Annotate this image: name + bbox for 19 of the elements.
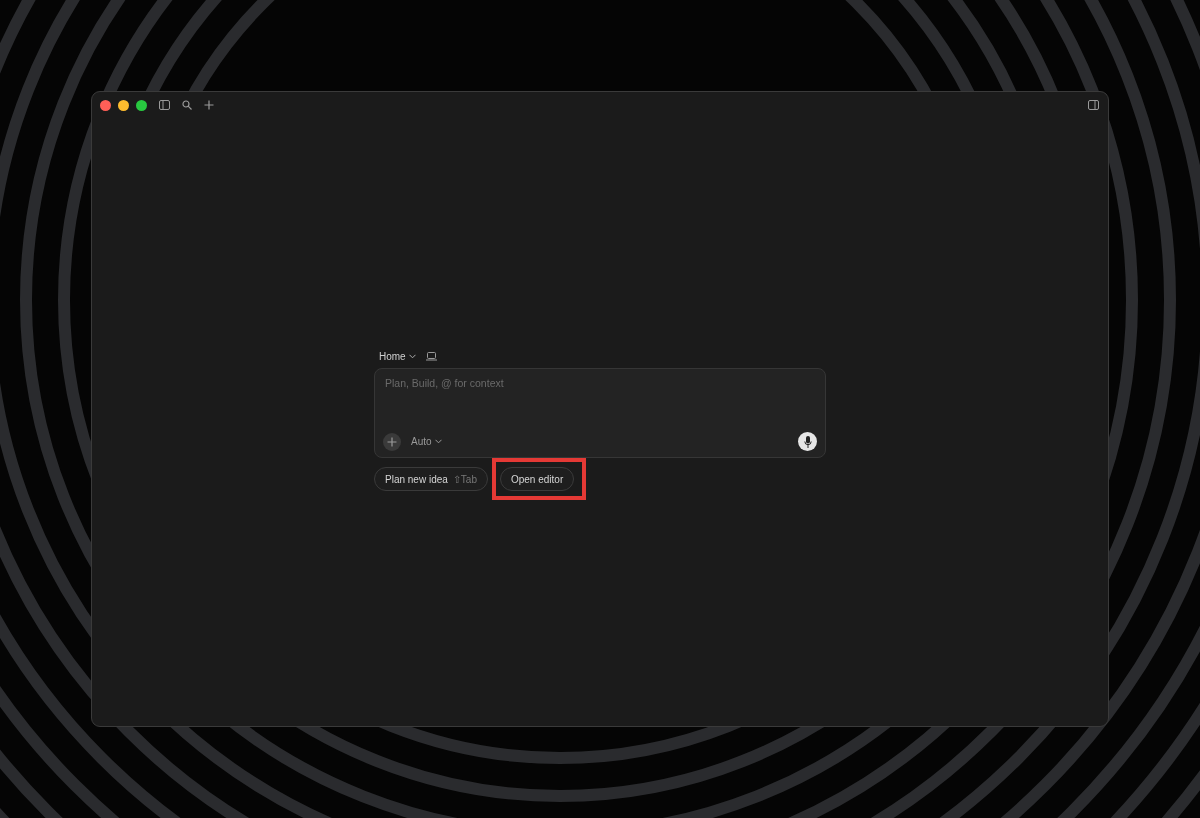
plan-button[interactable]: Plan new idea ⇧Tab xyxy=(374,467,488,491)
workspace-dropdown[interactable]: Home xyxy=(379,350,416,362)
sidebar-icon[interactable] xyxy=(159,100,170,110)
chevron-icon xyxy=(408,353,416,359)
mode-dropdown[interactable]: Auto xyxy=(411,436,442,447)
editor-button[interactable]: Open editor xyxy=(499,467,575,491)
plus-icon[interactable] xyxy=(204,100,214,110)
microphone-button[interactable] xyxy=(798,432,817,451)
chevron-icon xyxy=(434,439,442,444)
close-button[interactable] xyxy=(100,99,111,111)
minimize-button[interactable] xyxy=(118,99,129,111)
add-button[interactable] xyxy=(383,432,401,451)
microphone-icon xyxy=(803,435,812,448)
prompt-field[interactable]: Plan, Build, @ for context Auto xyxy=(374,368,826,458)
search-icon[interactable] xyxy=(182,100,192,110)
zoom-button[interactable] xyxy=(136,99,147,111)
plus-icon xyxy=(387,436,397,447)
panel-icon[interactable] xyxy=(1088,100,1099,110)
laptop-icon[interactable] xyxy=(425,351,437,361)
